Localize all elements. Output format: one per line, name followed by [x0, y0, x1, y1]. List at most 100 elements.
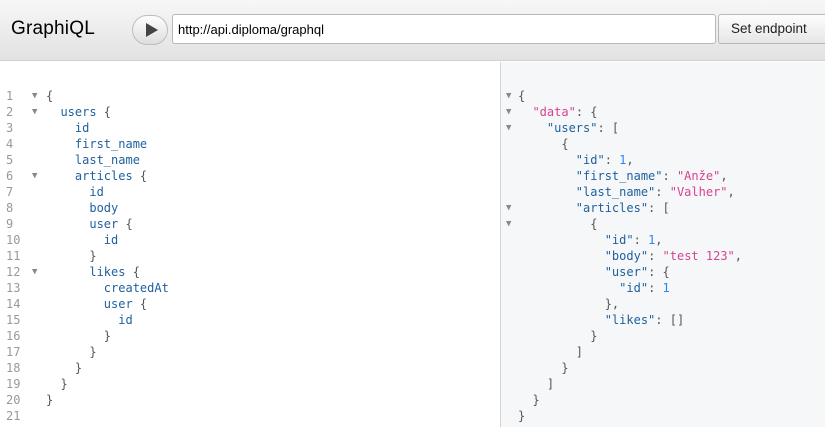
code-text: { [518, 136, 569, 152]
fold-arrow-icon[interactable]: ▼ [506, 216, 511, 232]
line-number: 18 [6, 361, 21, 375]
token-punc: } [46, 377, 68, 391]
line-number: 20 [6, 393, 21, 407]
code-text: body [46, 200, 118, 216]
line-number: 12 [6, 265, 21, 279]
token-punc: : [655, 185, 670, 199]
token-punc: { [518, 137, 569, 151]
token-punc: } [46, 249, 97, 263]
code-text: { [518, 216, 597, 232]
token-key: "users" [546, 121, 598, 135]
token-punc: } [518, 361, 569, 375]
code-text: "last_name": "Valher", [518, 184, 735, 200]
token-punc: , [720, 169, 728, 183]
token-field: first_name [74, 137, 148, 151]
token-punc: } [46, 329, 112, 343]
line-number: 8 [6, 201, 14, 215]
token-str: "Valher" [669, 185, 728, 199]
play-icon [146, 23, 158, 37]
token-punc: { [132, 297, 148, 311]
code-text: "id": 1, [518, 232, 663, 248]
set-endpoint-button[interactable]: Set endpoint [718, 14, 825, 44]
token-punc: , [655, 233, 663, 247]
code-text: { [518, 88, 525, 104]
endpoint-input[interactable] [172, 14, 716, 44]
token-field: id [89, 185, 104, 199]
line-number: 1 [6, 89, 14, 103]
code-text: } [46, 376, 68, 392]
line-number: 21 [6, 409, 21, 423]
token-num: 1 [662, 281, 670, 295]
code-text: "data": { [518, 104, 597, 120]
line-number: 14 [6, 297, 21, 311]
token-punc: , [734, 249, 742, 263]
token-punc: { [518, 217, 598, 231]
line-number: 3 [6, 121, 14, 135]
fold-arrow-icon[interactable]: ▼ [32, 264, 37, 280]
line-number: 2 [6, 105, 14, 119]
token-field: user [103, 297, 133, 311]
code-text: "users": [ [518, 120, 619, 136]
token-field: createdAt [103, 281, 169, 295]
fold-arrow-icon[interactable]: ▼ [506, 104, 511, 120]
code-text: } [518, 408, 525, 424]
code-text: users { [46, 104, 111, 120]
code-text: } [46, 328, 111, 344]
code-text: first_name [46, 136, 147, 152]
token-key: "id" [604, 233, 634, 247]
line-number: 5 [6, 153, 14, 167]
token-field: likes [89, 265, 126, 279]
token-punc: : [ [597, 121, 620, 135]
token-punc: , [727, 185, 735, 199]
code-text: id [46, 184, 104, 200]
line-number: 17 [6, 345, 21, 359]
token-punc: : [633, 233, 649, 247]
fold-arrow-icon[interactable]: ▼ [506, 88, 511, 104]
token-field: user [89, 217, 119, 231]
code-text: likes { [46, 264, 140, 280]
line-number: 13 [6, 281, 21, 295]
token-punc: }, [518, 297, 620, 311]
code-text: } [46, 248, 97, 264]
token-key: "articles" [575, 201, 649, 215]
token-key: "first_name" [575, 169, 663, 183]
fold-arrow-icon[interactable]: ▼ [32, 104, 37, 120]
code-text: } [518, 360, 569, 376]
code-text: id [46, 232, 118, 248]
line-number: 15 [6, 313, 21, 327]
token-punc: : { [648, 265, 670, 279]
token-punc: : [604, 153, 620, 167]
code-text: "user": { [518, 264, 670, 280]
code-text: "first_name": "Anže", [518, 168, 728, 184]
query-editor[interactable]: 1 ▼{2 ▼ users {3 id 4 first_name 5 last_name… [0, 62, 500, 427]
fold-arrow-icon[interactable]: ▼ [32, 88, 37, 104]
code-text: id [46, 312, 132, 328]
fold-arrow-icon[interactable]: ▼ [506, 120, 511, 136]
token-field: id [103, 233, 119, 247]
fold-arrow-icon[interactable]: ▼ [32, 168, 37, 184]
code-text: user { [46, 216, 132, 232]
token-punc: : [662, 169, 677, 183]
token-punc: : [] [655, 313, 685, 327]
token-punc: } [46, 393, 54, 407]
toolbar: GraphiQL Set endpoint [0, 0, 825, 61]
token-key: "id" [619, 281, 649, 295]
code-text: { [46, 88, 53, 104]
execute-query-button[interactable] [132, 15, 168, 45]
line-number: 4 [6, 137, 14, 151]
fold-arrow-icon[interactable]: ▼ [506, 200, 511, 216]
